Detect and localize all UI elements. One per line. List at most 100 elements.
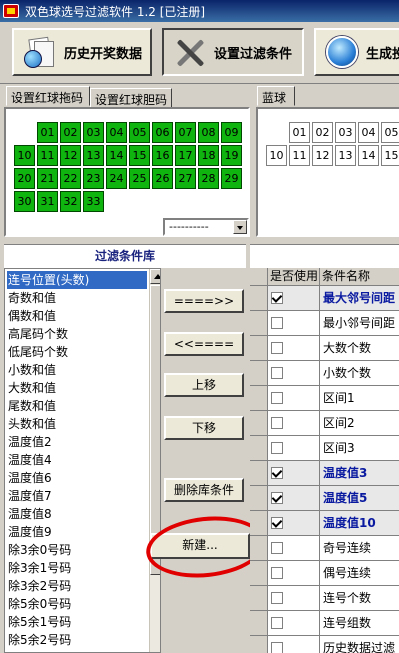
condition-row[interactable]: 区间3 <box>250 436 399 461</box>
red-ball[interactable]: 24 <box>106 168 127 189</box>
condition-row[interactable]: 区间2 <box>250 411 399 436</box>
library-item[interactable]: 尾数和值 <box>7 397 147 415</box>
red-ball[interactable]: 12 <box>60 145 81 166</box>
move-up-button[interactable]: 上移 <box>164 373 244 397</box>
row-header[interactable] <box>250 436 268 461</box>
use-checkbox[interactable] <box>271 567 283 579</box>
use-checkbox[interactable] <box>271 342 283 354</box>
filter-settings-button[interactable]: 设置过滤条件 <box>162 28 304 76</box>
library-item[interactable]: 温度值6 <box>7 469 147 487</box>
use-checkbox[interactable] <box>271 492 283 504</box>
library-item[interactable]: 头数和值 <box>7 415 147 433</box>
library-item[interactable]: 高尾码个数 <box>7 325 147 343</box>
red-ball[interactable]: 11 <box>37 145 58 166</box>
row-header[interactable] <box>250 636 268 653</box>
library-item[interactable]: 温度值2 <box>7 433 147 451</box>
col-header-used[interactable]: 是否使用 <box>268 268 320 286</box>
row-header[interactable] <box>250 411 268 436</box>
red-ball[interactable]: 29 <box>221 168 242 189</box>
row-header[interactable] <box>250 336 268 361</box>
red-ball[interactable]: 33 <box>83 191 104 212</box>
condition-row[interactable]: 奇号连续 <box>250 536 399 561</box>
red-ball[interactable]: 14 <box>106 145 127 166</box>
red-ball[interactable]: 08 <box>198 122 219 143</box>
red-ball[interactable]: 22 <box>60 168 81 189</box>
use-checkbox[interactable] <box>271 592 283 604</box>
library-item[interactable]: 除3余1号码 <box>7 559 147 577</box>
blue-ball[interactable]: 11 <box>289 145 310 166</box>
red-ball[interactable]: 31 <box>37 191 58 212</box>
condition-row[interactable]: 区间1 <box>250 386 399 411</box>
library-item[interactable]: 小数和值 <box>7 361 147 379</box>
row-header[interactable] <box>250 286 268 311</box>
use-checkbox[interactable] <box>271 517 283 529</box>
condition-row[interactable]: 偶号连续 <box>250 561 399 586</box>
red-ball[interactable]: 25 <box>129 168 150 189</box>
row-header[interactable] <box>250 311 268 336</box>
blue-ball[interactable]: 13 <box>335 145 356 166</box>
red-ball[interactable]: 15 <box>129 145 150 166</box>
conditions-grid[interactable]: 是否使用 条件名称 最大邻号间距 最小邻号间距 大数个数 小数个数 区间1 区间2 区间3 温… <box>250 268 399 653</box>
red-ball[interactable]: 07 <box>175 122 196 143</box>
use-checkbox[interactable] <box>271 392 283 404</box>
red-ball[interactable]: 23 <box>83 168 104 189</box>
row-header[interactable] <box>250 361 268 386</box>
red-ball[interactable]: 32 <box>60 191 81 212</box>
condition-row[interactable]: 小数个数 <box>250 361 399 386</box>
tab-blue[interactable]: 蓝球 <box>257 86 295 106</box>
condition-row[interactable]: 连号个数 <box>250 586 399 611</box>
blue-ball[interactable]: 14 <box>358 145 379 166</box>
col-header-name[interactable]: 条件名称 <box>320 268 399 286</box>
library-item[interactable]: 大数和值 <box>7 379 147 397</box>
use-checkbox[interactable] <box>271 317 283 329</box>
tab-red-tuo[interactable]: 设置红球胆码 <box>90 88 172 108</box>
library-item[interactable]: 除5余1号码 <box>7 613 147 631</box>
blue-ball[interactable]: 05 <box>381 122 399 143</box>
dropdown-arrow-icon[interactable] <box>233 220 247 234</box>
condition-row[interactable]: 连号组数 <box>250 611 399 636</box>
red-ball[interactable]: 17 <box>175 145 196 166</box>
blue-ball[interactable]: 04 <box>358 122 379 143</box>
library-item[interactable]: 除5余2号码 <box>7 631 147 649</box>
red-ball[interactable]: 27 <box>175 168 196 189</box>
library-item[interactable]: 奇数和值 <box>7 289 147 307</box>
library-item[interactable]: 温度值9 <box>7 523 147 541</box>
history-data-button[interactable]: 历史开奖数据 <box>12 28 152 76</box>
use-checkbox[interactable] <box>271 417 283 429</box>
blue-ball[interactable]: 10 <box>266 145 287 166</box>
use-checkbox[interactable] <box>271 442 283 454</box>
condition-row[interactable]: 温度值3 <box>250 461 399 486</box>
red-ball[interactable]: 30 <box>14 191 35 212</box>
blue-ball[interactable]: 15 <box>381 145 399 166</box>
blue-ball[interactable]: 02 <box>312 122 333 143</box>
use-checkbox[interactable] <box>271 467 283 479</box>
filter-library-list[interactable]: 连号位置(头数) 奇数和值 偶数和值 高尾码个数 低尾码个数 小数和值 大数和值 尾数和值 头数… <box>4 268 161 653</box>
red-ball[interactable]: 21 <box>37 168 58 189</box>
condition-row[interactable]: 温度值10 <box>250 511 399 536</box>
condition-row[interactable]: 最大邻号间距 <box>250 286 399 311</box>
use-checkbox[interactable] <box>271 292 283 304</box>
red-ball[interactable]: 06 <box>152 122 173 143</box>
condition-row[interactable]: 温度值5 <box>250 486 399 511</box>
row-header[interactable] <box>250 611 268 636</box>
library-item[interactable]: 温度值7 <box>7 487 147 505</box>
library-item[interactable]: 除3余2号码 <box>7 577 147 595</box>
library-item[interactable]: 除5余0号码 <box>7 595 147 613</box>
row-header[interactable] <box>250 486 268 511</box>
library-item[interactable]: 低尾码个数 <box>7 343 147 361</box>
use-checkbox[interactable] <box>271 617 283 629</box>
blue-ball[interactable]: 03 <box>335 122 356 143</box>
remove-condition-button[interactable]: <<==== <box>164 332 244 356</box>
red-ball[interactable]: 10 <box>14 145 35 166</box>
row-header[interactable] <box>250 561 268 586</box>
red-ball[interactable]: 20 <box>14 168 35 189</box>
library-item[interactable]: 连号位置(头数) <box>7 271 147 289</box>
row-header[interactable] <box>250 536 268 561</box>
library-item[interactable]: 除3余0号码 <box>7 541 147 559</box>
library-item[interactable]: 偶数和值 <box>7 307 147 325</box>
generate-button[interactable]: 生成投 <box>314 28 399 76</box>
red-ball[interactable]: 26 <box>152 168 173 189</box>
delete-library-condition-button[interactable]: 删除库条件 <box>164 478 244 502</box>
condition-row[interactable]: 大数个数 <box>250 336 399 361</box>
red-ball-select[interactable]: ---------- <box>163 218 249 236</box>
